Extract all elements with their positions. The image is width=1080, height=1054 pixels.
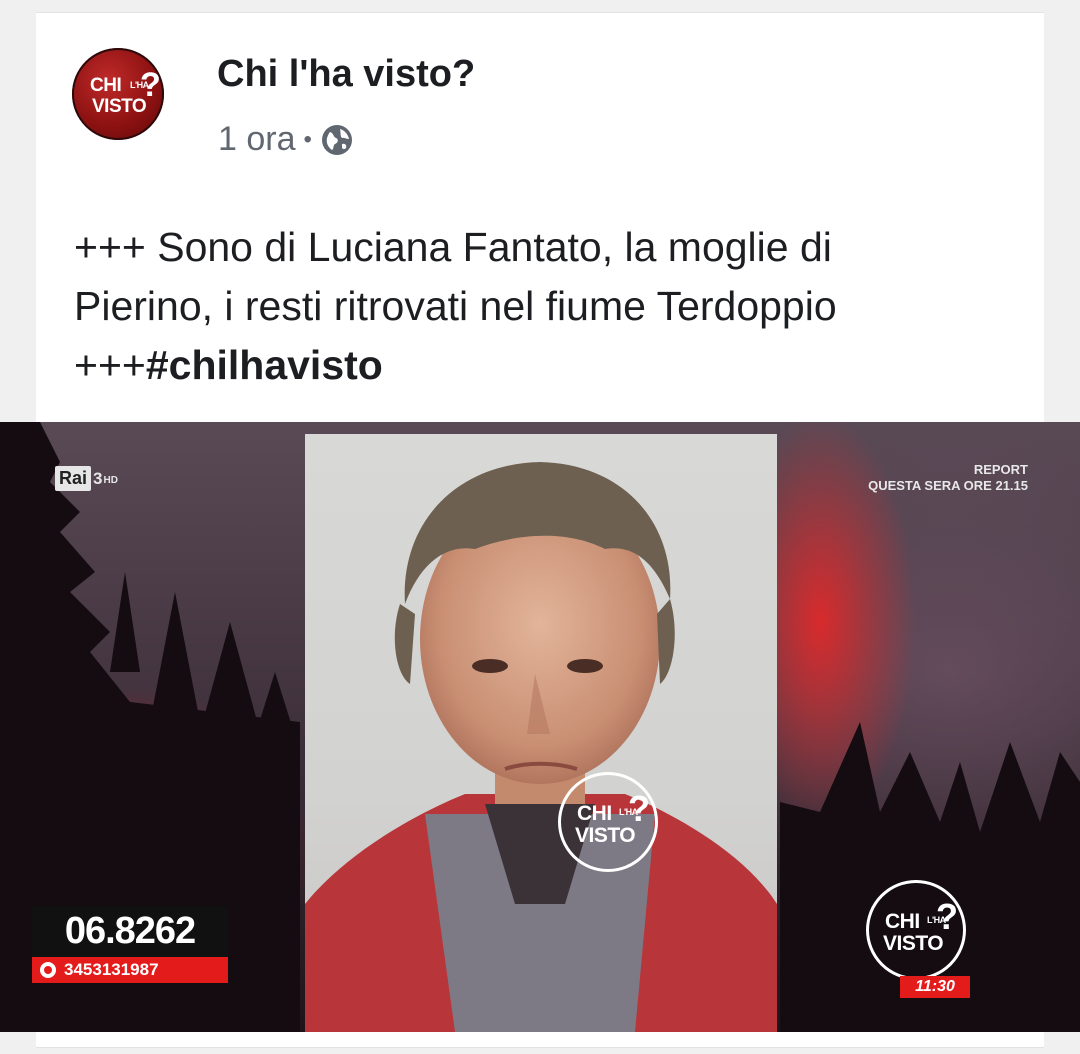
post-message: +++ Sono di Luciana Fantato, la moglie d… bbox=[74, 218, 1024, 395]
watermark-visto: VISTO bbox=[575, 824, 636, 847]
phone-number: 06.8262 bbox=[32, 906, 228, 957]
avatar-logo-chi: CHI bbox=[90, 75, 122, 96]
corner-logo-visto: VISTO bbox=[883, 932, 944, 955]
corner-logo-question-mark: ? bbox=[936, 896, 958, 937]
channel-logo: Rai 3 HD bbox=[55, 466, 118, 491]
whatsapp-icon bbox=[40, 962, 56, 978]
promo-time: QUESTA SERA ORE 21.15 bbox=[868, 478, 1028, 493]
promo-title: REPORT bbox=[973, 462, 1028, 477]
page-name-link[interactable]: Chi l'ha visto? bbox=[217, 53, 475, 96]
watermark-logo: CHI L'HA VISTO ? bbox=[558, 772, 658, 872]
post-meta: 1 ora • bbox=[218, 120, 354, 159]
corner-logo: CHI L'HA VISTO ? bbox=[866, 880, 966, 980]
portrait-illustration bbox=[305, 462, 777, 1032]
meta-separator: • bbox=[303, 125, 312, 153]
post-timestamp[interactable]: 1 ora bbox=[218, 120, 296, 159]
watermark-chi: CHI bbox=[577, 802, 612, 825]
whatsapp-number: 3453131987 bbox=[64, 960, 159, 979]
globe-icon bbox=[321, 124, 352, 155]
portrait-photo bbox=[305, 434, 777, 1032]
post-text-line: +++#chilhavisto bbox=[74, 336, 1024, 395]
whatsapp-line: 3453131987 bbox=[32, 957, 228, 983]
avatar-logo-question-mark: ? bbox=[140, 66, 161, 104]
contact-box: 06.8262 3453131987 bbox=[32, 906, 228, 983]
page-avatar[interactable]: CHI L'HA VISTO ? bbox=[72, 48, 164, 140]
post-text-line: +++ Sono di Luciana Fantato, la moglie d… bbox=[74, 224, 832, 270]
promo-banner: REPORT QUESTA SERA ORE 21.15 bbox=[868, 462, 1028, 494]
corner-logo-chi: CHI bbox=[885, 910, 920, 933]
watermark-question-mark: ? bbox=[628, 788, 650, 829]
post-text-prefix: +++ bbox=[74, 342, 146, 388]
channel-hd: HD bbox=[103, 475, 118, 486]
post-image[interactable]: Rai 3 HD REPORT QUESTA SERA ORE 21.15 CH… bbox=[0, 422, 1080, 1032]
avatar-logo-visto: VISTO bbox=[92, 96, 147, 117]
broadcast-time: 11:30 bbox=[900, 976, 970, 998]
channel-number: 3 bbox=[93, 468, 103, 488]
rai-logo: Rai bbox=[55, 466, 92, 491]
post-text-line: Pierino, i resti ritrovati nel fiume Ter… bbox=[74, 283, 837, 329]
hashtag-link[interactable]: #chilhavisto bbox=[146, 342, 383, 388]
